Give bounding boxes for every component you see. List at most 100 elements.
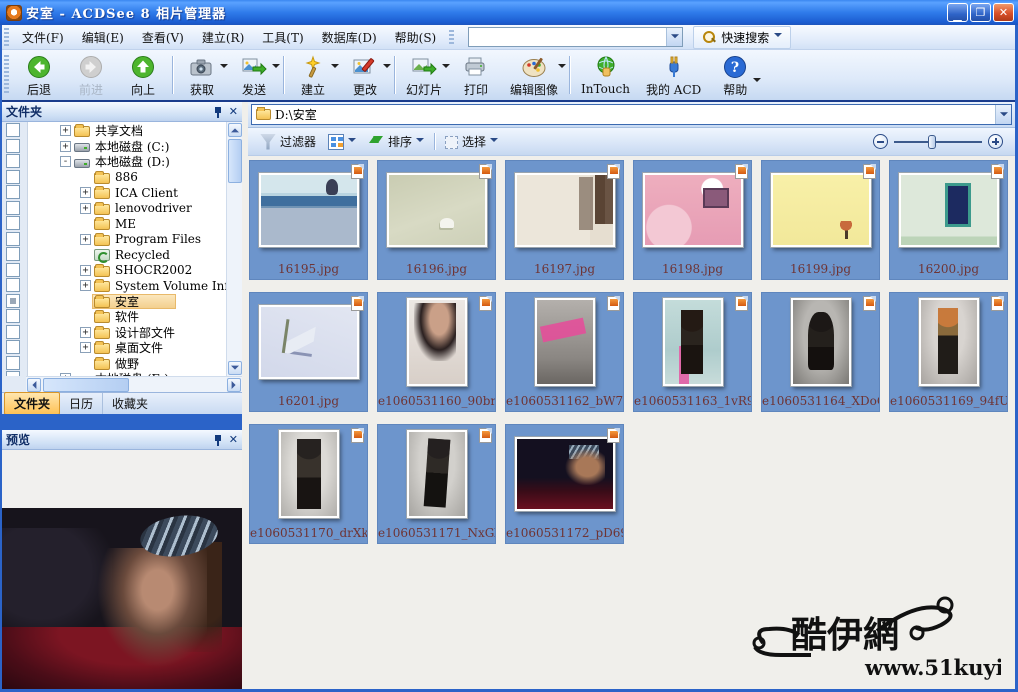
- panel-tab-2[interactable]: 收藏夹: [102, 393, 157, 414]
- tree-checkbox-5[interactable]: [6, 201, 20, 215]
- dropdown-arrow-icon[interactable]: [383, 64, 391, 72]
- dropdown-arrow-icon[interactable]: [753, 78, 761, 86]
- menu-item-6[interactable]: 帮助(S): [386, 26, 446, 49]
- close-panel-icon[interactable]: ✕: [229, 433, 238, 446]
- tree-item-8[interactable]: Recycled: [28, 247, 226, 262]
- pin-icon[interactable]: [213, 434, 223, 446]
- minimize-button[interactable]: ▁: [947, 3, 968, 22]
- search-combo[interactable]: [468, 27, 683, 47]
- acquire-button[interactable]: 获取: [176, 50, 228, 100]
- tree-item-14[interactable]: +桌面文件: [28, 340, 226, 355]
- thumbnail-tile-9[interactable]: e1060531163_1vR9...: [633, 292, 752, 412]
- tree-checkbox-15[interactable]: [6, 356, 20, 370]
- thumbnail-image[interactable]: [643, 173, 743, 247]
- thumbnail-tile-6[interactable]: 16201.jpg: [249, 292, 368, 412]
- back-button[interactable]: 后退: [13, 50, 65, 100]
- dropdown-arrow-icon[interactable]: [558, 64, 566, 72]
- expander-icon[interactable]: +: [80, 234, 91, 245]
- send-button[interactable]: 发送: [228, 50, 280, 100]
- tree-item-5[interactable]: +lenovodriver: [28, 201, 226, 216]
- create-button[interactable]: 建立: [287, 50, 339, 100]
- scroll-up-button[interactable]: [228, 123, 242, 137]
- thumbnail-image[interactable]: [919, 298, 979, 386]
- expander-icon[interactable]: +: [60, 373, 71, 376]
- tree-checkbox-6[interactable]: [6, 216, 20, 230]
- close-panel-icon[interactable]: ✕: [229, 105, 238, 118]
- tree-checkbox-13[interactable]: [6, 325, 20, 339]
- expander-icon[interactable]: +: [80, 265, 91, 276]
- tree-item-12[interactable]: 软件: [28, 309, 226, 324]
- menu-item-3[interactable]: 建立(R): [193, 26, 253, 49]
- scroll-right-button[interactable]: [227, 378, 241, 392]
- thumbnail-tile-4[interactable]: 16199.jpg: [761, 160, 880, 280]
- expander-icon[interactable]: +: [80, 187, 91, 198]
- intouch-button[interactable]: InTouch: [573, 50, 638, 100]
- menu-item-0[interactable]: 文件(F): [13, 26, 73, 49]
- tree-checkbox-9[interactable]: [6, 263, 20, 277]
- expander-icon[interactable]: +: [80, 203, 91, 214]
- thumbnail-image[interactable]: [515, 173, 615, 247]
- view-mode-button[interactable]: [322, 132, 362, 152]
- slider-track[interactable]: [894, 141, 982, 143]
- thumbnail-image[interactable]: [899, 173, 999, 247]
- thumbnail-tile-0[interactable]: 16195.jpg: [249, 160, 368, 280]
- expander-icon[interactable]: +: [60, 141, 71, 152]
- panel-tab-1[interactable]: 日历: [60, 393, 102, 414]
- tree-checkbox-10[interactable]: [6, 278, 20, 292]
- thumbnail-image[interactable]: [791, 298, 851, 386]
- tree-item-6[interactable]: ME: [28, 216, 226, 231]
- sort-button[interactable]: 排序: [362, 131, 430, 152]
- scroll-left-button[interactable]: [27, 378, 41, 392]
- menu-item-2[interactable]: 查看(V): [133, 26, 193, 49]
- thumbnail-image[interactable]: [515, 437, 615, 511]
- thumbnail-tile-14[interactable]: e1060531172_pD69...: [505, 424, 624, 544]
- tree-item-2[interactable]: -本地磁盘 (D:): [28, 154, 226, 169]
- menu-item-4[interactable]: 工具(T): [253, 26, 312, 49]
- filter-button[interactable]: 过滤器: [254, 131, 322, 152]
- change-button[interactable]: 更改: [339, 50, 391, 100]
- restore-button[interactable]: ❐: [970, 3, 991, 22]
- edit-image-button[interactable]: 编辑图像: [502, 50, 566, 100]
- thumbnail-image[interactable]: [535, 298, 595, 386]
- up-button[interactable]: 向上: [117, 50, 169, 100]
- scroll-thumb[interactable]: [43, 378, 129, 392]
- zoom-in-button[interactable]: [988, 134, 1003, 149]
- tree-item-1[interactable]: +本地磁盘 (C:): [28, 139, 226, 154]
- menu-grip[interactable]: [4, 28, 9, 46]
- tree-item-10[interactable]: +System Volume Info: [28, 278, 226, 293]
- thumbnail-image[interactable]: [259, 305, 359, 379]
- thumbnail-image[interactable]: [407, 298, 467, 386]
- expander-icon[interactable]: +: [80, 280, 91, 291]
- quick-search-button[interactable]: 快速搜索: [693, 26, 791, 49]
- close-button[interactable]: ✕: [993, 3, 1014, 22]
- thumbnail-tile-1[interactable]: 16196.jpg: [377, 160, 496, 280]
- thumbnail-tile-13[interactable]: e1060531171_NxGX...: [377, 424, 496, 544]
- tree-checkbox-8[interactable]: [6, 247, 20, 261]
- thumbnail-image[interactable]: [407, 430, 467, 518]
- panel-tab-0[interactable]: 文件夹: [4, 392, 60, 415]
- print-button[interactable]: 打印: [450, 50, 502, 100]
- expander-icon[interactable]: +: [80, 327, 91, 338]
- tree-checkbox-14[interactable]: [6, 340, 20, 354]
- tree-item-4[interactable]: +ICA Client: [28, 185, 226, 200]
- expander-icon[interactable]: +: [80, 342, 91, 353]
- select-button[interactable]: 选择: [439, 131, 504, 152]
- forward-button[interactable]: 前进: [65, 50, 117, 100]
- menu-item-5[interactable]: 数据库(D): [313, 26, 386, 49]
- thumbnail-tile-11[interactable]: e1060531169_94fU...: [889, 292, 1008, 412]
- thumbnail-tile-12[interactable]: e1060531170_drXk...: [249, 424, 368, 544]
- dropdown-arrow-icon[interactable]: [331, 64, 339, 72]
- tree-item-11[interactable]: 安室: [28, 294, 226, 309]
- dropdown-arrow-icon[interactable]: [442, 64, 450, 72]
- tree-checkbox-4[interactable]: [6, 185, 20, 199]
- tree-item-0[interactable]: +共享文档: [28, 123, 226, 138]
- dropdown-arrow-icon[interactable]: [272, 64, 280, 72]
- tree-item-15[interactable]: 做野: [28, 356, 226, 371]
- thumbnail-tile-2[interactable]: 16197.jpg: [505, 160, 624, 280]
- slideshow-button[interactable]: 幻灯片: [398, 50, 450, 100]
- thumbnail-image[interactable]: [663, 298, 723, 386]
- preview-image[interactable]: [2, 508, 242, 689]
- pin-icon[interactable]: [213, 106, 223, 118]
- thumbnail-image[interactable]: [771, 173, 871, 247]
- zoom-out-button[interactable]: [873, 134, 888, 149]
